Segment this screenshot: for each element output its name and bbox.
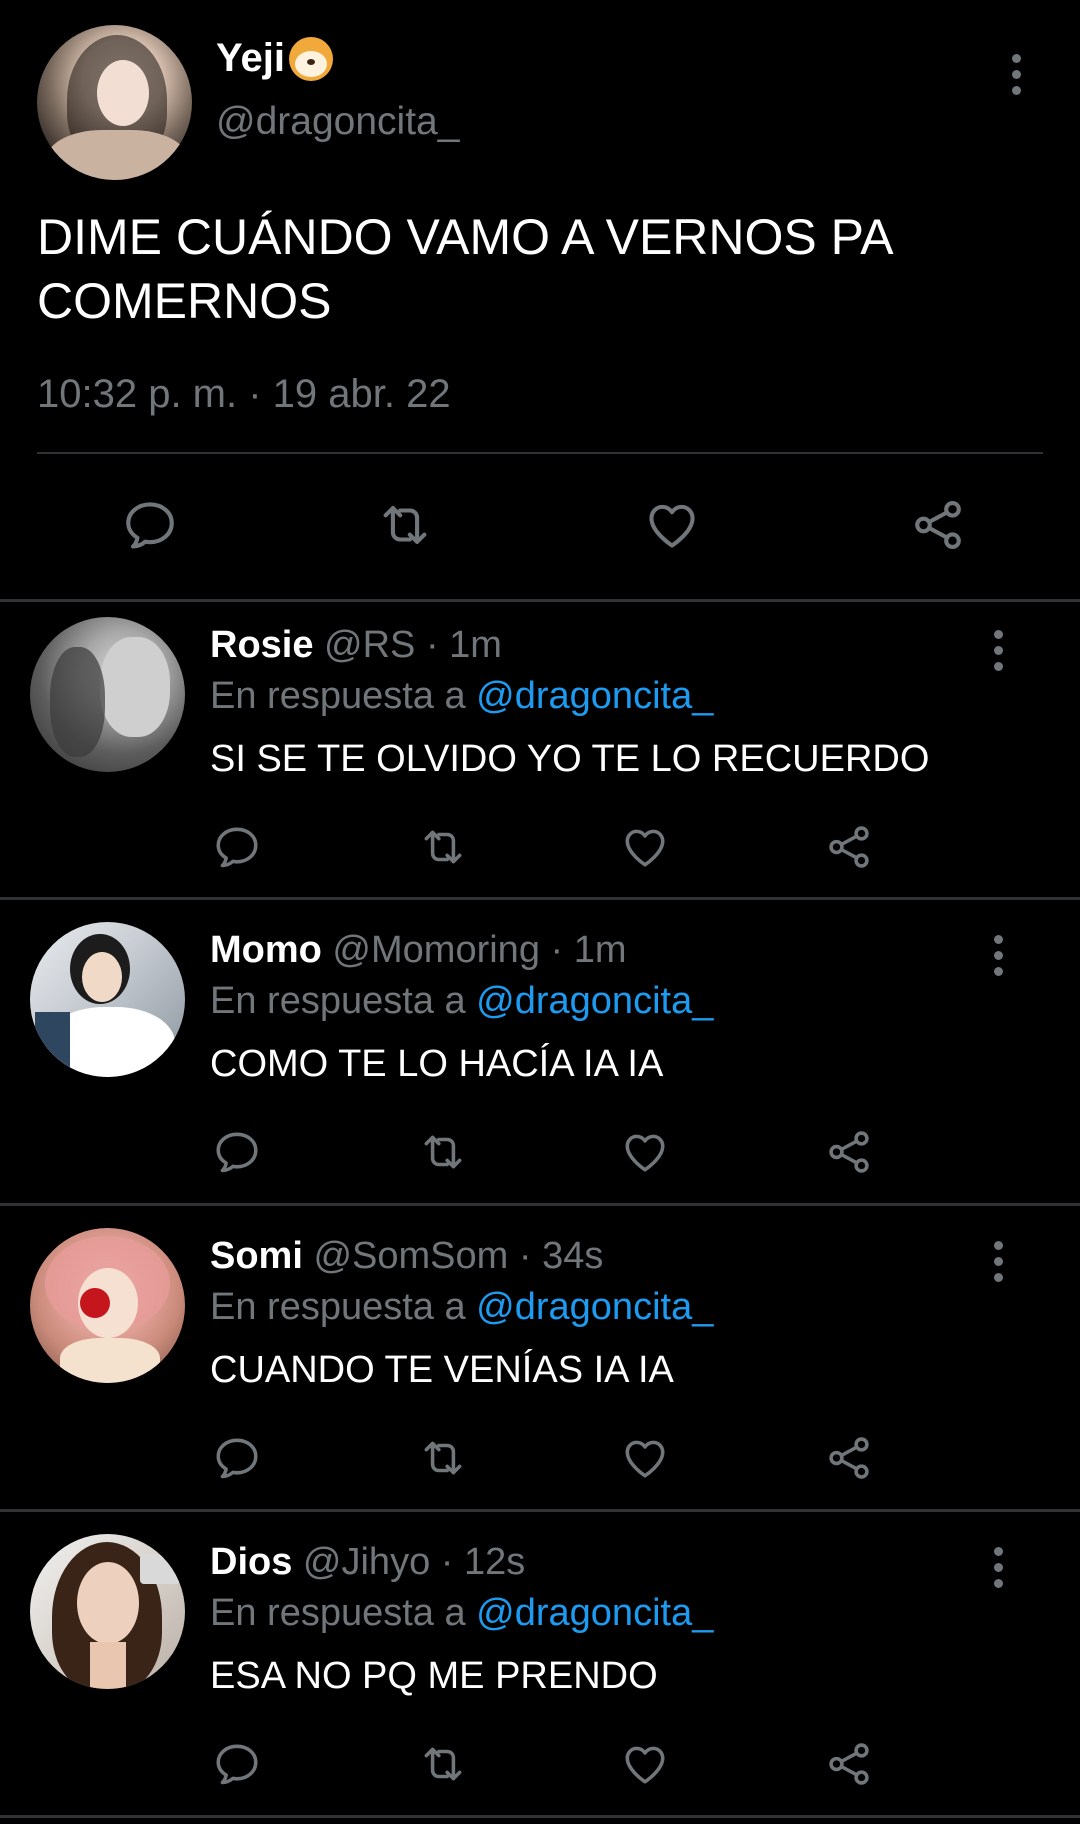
divider <box>0 1509 1080 1512</box>
like-icon[interactable] <box>615 817 675 877</box>
reply-tweet[interactable]: Dios @Jihyo · 12s En respuesta a @dragon… <box>0 1519 1080 1824</box>
author-handle-time[interactable]: @RS · 1m <box>313 624 502 666</box>
like-icon[interactable] <box>632 490 712 560</box>
share-icon[interactable] <box>819 1428 879 1488</box>
tweet-actions <box>0 817 1080 887</box>
share-icon[interactable] <box>819 817 879 877</box>
reply-tweet[interactable]: Rosie @RS · 1m En respuesta a @dragoncit… <box>0 602 1080 907</box>
author-handle-time[interactable]: @Momoring · 1m <box>322 929 626 971</box>
mention-link[interactable]: @dragoncita_ <box>476 1286 713 1328</box>
more-options-icon[interactable] <box>978 1233 1018 1289</box>
retweet-icon[interactable] <box>365 490 445 560</box>
share-icon[interactable] <box>819 1122 879 1182</box>
reply-text: CUANDO TE VENÍAS IA IA <box>210 1349 674 1391</box>
tweet-actions <box>0 1428 1080 1498</box>
reply-text: ESA NO PQ ME PRENDO <box>210 1655 658 1697</box>
dog-face-emoji-icon <box>288 36 333 81</box>
author-display-name: Yeji <box>216 36 285 80</box>
author-display-name[interactable]: Somi <box>210 1235 303 1277</box>
reply-context: En respuesta a @dragoncita_ <box>210 980 713 1023</box>
author-handle[interactable]: @dragoncita_ <box>216 100 459 144</box>
share-icon[interactable] <box>819 1734 879 1794</box>
reply-icon[interactable] <box>207 1734 267 1794</box>
avatar[interactable] <box>30 1534 185 1689</box>
reply-prefix: En respuesta a <box>210 1592 477 1634</box>
author-handle-time[interactable]: @Jihyo · 12s <box>292 1541 525 1583</box>
divider <box>0 897 1080 900</box>
like-icon[interactable] <box>615 1428 675 1488</box>
tweet-actions <box>0 490 1080 570</box>
author-display-name[interactable]: Rosie <box>210 624 313 666</box>
more-options-icon[interactable] <box>978 1539 1018 1595</box>
mention-link[interactable]: @dragoncita_ <box>476 1592 713 1634</box>
avatar[interactable] <box>30 1228 185 1383</box>
retweet-icon[interactable] <box>410 1734 475 1794</box>
retweet-icon[interactable] <box>410 817 475 877</box>
author-handle-time[interactable]: @SomSom · 34s <box>303 1235 603 1277</box>
more-options-icon[interactable] <box>978 927 1018 983</box>
main-tweet: Yeji @dragoncita_ DIME CUÁNDO VAMO A VER… <box>0 0 1080 600</box>
author-name[interactable]: Yeji <box>216 36 333 81</box>
share-icon[interactable] <box>898 490 978 560</box>
tweet-actions <box>0 1122 1080 1192</box>
mention-link[interactable]: @dragoncita_ <box>476 675 713 717</box>
divider <box>37 452 1043 454</box>
reply-icon[interactable] <box>207 1122 267 1182</box>
reply-icon[interactable] <box>207 1428 267 1488</box>
retweet-icon[interactable] <box>410 1122 475 1182</box>
reply-prefix: En respuesta a <box>210 980 477 1022</box>
retweet-icon[interactable] <box>410 1428 475 1488</box>
reply-author: Rosie @RS · 1m <box>210 624 502 667</box>
avatar[interactable] <box>30 617 185 772</box>
reply-icon[interactable] <box>207 817 267 877</box>
reply-text: COMO TE LO HACÍA IA IA <box>210 1043 664 1085</box>
divider <box>0 1203 1080 1206</box>
reply-tweet[interactable]: Somi @SomSom · 34s En respuesta a @drago… <box>0 1213 1080 1518</box>
author-display-name[interactable]: Momo <box>210 929 322 971</box>
tweet-text: DIME CUÁNDO VAMO A VERNOS PA COMERNOS <box>37 209 891 329</box>
reply-icon[interactable] <box>110 490 190 560</box>
reply-prefix: En respuesta a <box>210 1286 477 1328</box>
reply-context: En respuesta a @dragoncita_ <box>210 675 713 718</box>
reply-text: SI SE TE OLVIDO YO TE LO RECUERDO <box>210 738 930 780</box>
like-icon[interactable] <box>615 1122 675 1182</box>
reply-author: Somi @SomSom · 34s <box>210 1235 603 1278</box>
avatar[interactable] <box>37 25 192 180</box>
reply-prefix: En respuesta a <box>210 675 477 717</box>
reply-context: En respuesta a @dragoncita_ <box>210 1592 713 1635</box>
tweet-actions <box>0 1734 1080 1804</box>
more-options-icon[interactable] <box>978 622 1018 678</box>
mention-link[interactable]: @dragoncita_ <box>476 980 713 1022</box>
reply-context: En respuesta a @dragoncita_ <box>210 1286 713 1329</box>
more-options-icon[interactable] <box>996 46 1036 102</box>
reply-author: Momo @Momoring · 1m <box>210 929 627 972</box>
reply-author: Dios @Jihyo · 12s <box>210 1541 525 1584</box>
like-icon[interactable] <box>615 1734 675 1794</box>
author-display-name[interactable]: Dios <box>210 1541 292 1583</box>
tweet-timestamp[interactable]: 10:32 p. m. · 19 abr. 22 <box>37 372 451 417</box>
reply-tweet[interactable]: Momo @Momoring · 1m En respuesta a @drag… <box>0 907 1080 1212</box>
avatar[interactable] <box>30 922 185 1077</box>
